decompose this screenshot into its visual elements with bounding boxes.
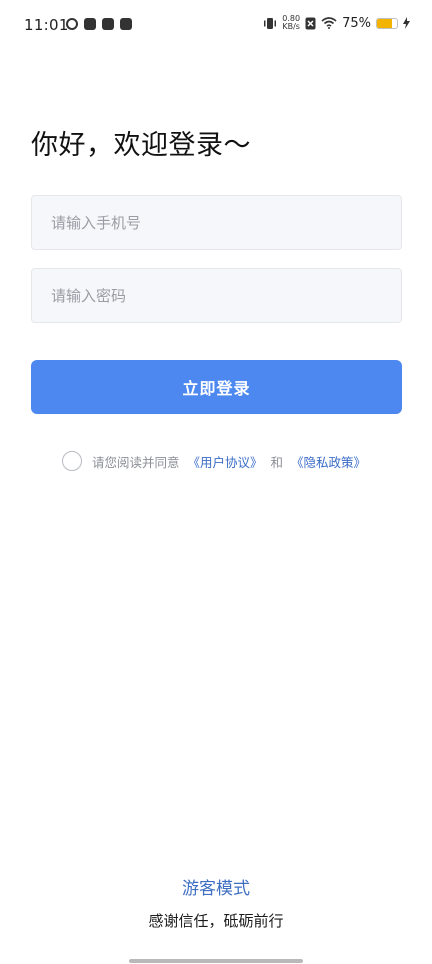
status-time: 11:01 [24,16,69,34]
network-speed: 0.80 KB/s [282,15,300,31]
mail-app-icon [120,18,132,30]
login-button[interactable]: 立即登录 [31,360,402,414]
charging-icon [403,17,410,29]
agreement-prefix: 请您阅读并同意 [92,454,180,470]
home-indicator[interactable] [129,959,303,963]
cat-app-icon [102,18,114,30]
battery-fill [377,18,392,28]
tiktok-icon [84,18,96,30]
password-input[interactable] [31,268,402,323]
welcome-title: 你好，欢迎登录～ [31,130,251,161]
guest-mode-row: 游客模式 [0,874,432,899]
sync-app-icon [63,15,81,33]
network-speed-unit: KB/s [282,22,300,31]
agreement-conjunction: 和 [270,454,284,470]
notification-icons [63,15,132,33]
privacy-policy-link[interactable]: 《隐私政策》 [291,452,366,471]
agreement-checkbox[interactable] [62,451,82,471]
slogan: 感谢信任，砥砺前行 [148,912,284,930]
status-right: 0.80 KB/s 75% [263,15,410,31]
login-screen: 11:01 0.80 KB/s 75% 你好，欢迎登录～ 请输入手机号 立即登录… [0,0,432,964]
status-bar: 11:01 0.80 KB/s 75% [0,0,432,50]
no-sim-icon [305,17,316,29]
wifi-icon [321,17,337,29]
user-agreement-link[interactable]: 《用户协议》 [188,452,263,471]
phone-input[interactable] [31,195,402,250]
battery-icon [376,17,398,29]
guest-mode-link[interactable]: 游客模式 [182,879,250,899]
vibrate-icon [264,17,277,29]
agreement-row: 请您阅读并同意 《用户协议》 和 《隐私政策》 [62,451,366,471]
battery-percent: 75% [342,15,371,31]
